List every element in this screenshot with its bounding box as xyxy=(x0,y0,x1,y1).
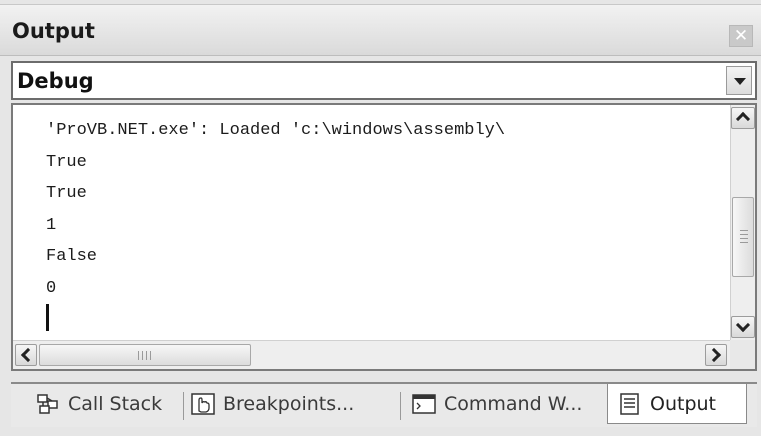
grip-line xyxy=(142,351,143,360)
command-window-icon xyxy=(412,393,436,415)
output-line: 1 xyxy=(46,215,57,235)
tab-separator xyxy=(183,392,184,420)
dropdown-selected-value: Debug xyxy=(17,69,94,93)
grip-line xyxy=(740,238,748,239)
tab-separator xyxy=(400,392,401,420)
tab-label: Call Stack xyxy=(68,393,163,415)
call-stack-icon xyxy=(36,393,60,415)
output-window: Output ✕ Debug 'ProVB.NET.exe': Loaded '… xyxy=(0,0,761,436)
grip-line xyxy=(740,242,748,243)
tab-output[interactable]: Output xyxy=(607,384,747,424)
output-text-area[interactable]: 'ProVB.NET.exe': Loaded 'c:\windows\asse… xyxy=(11,103,757,371)
show-output-from-dropdown[interactable]: Debug xyxy=(11,61,757,100)
scrollbar-corner xyxy=(730,340,755,369)
close-button[interactable]: ✕ xyxy=(729,25,753,47)
chevron-down-icon[interactable] xyxy=(726,66,752,95)
breakpoints-icon xyxy=(191,393,215,415)
scroll-right-button[interactable] xyxy=(705,344,727,366)
output-line: 0 xyxy=(46,278,57,298)
tab-label: Output xyxy=(650,392,716,415)
horizontal-scroll-thumb[interactable] xyxy=(39,344,251,366)
grip-line xyxy=(150,351,151,360)
tab-call-stack[interactable]: Call Stack xyxy=(36,384,162,424)
title-bar: Output ✕ xyxy=(0,4,761,56)
vertical-scrollbar[interactable] xyxy=(730,105,755,340)
tab-breakpoints[interactable]: Breakpoints... xyxy=(191,384,354,424)
horizontal-scrollbar[interactable] xyxy=(13,340,755,369)
scroll-down-button[interactable] xyxy=(731,316,755,338)
scroll-up-button[interactable] xyxy=(731,107,755,129)
vertical-scroll-thumb[interactable] xyxy=(732,197,754,277)
window-title: Output xyxy=(12,19,95,43)
output-line: True xyxy=(46,152,87,172)
tab-command-window[interactable]: Command W... xyxy=(412,384,582,424)
tab-label: Breakpoints... xyxy=(223,393,355,415)
output-icon xyxy=(618,392,642,415)
output-lines: 'ProVB.NET.exe': Loaded 'c:\windows\asse… xyxy=(46,115,726,340)
grip-line xyxy=(146,351,147,360)
tab-label: Command W... xyxy=(444,393,583,415)
grip-line xyxy=(740,234,748,235)
grip-line xyxy=(138,351,139,360)
text-caret xyxy=(46,304,49,331)
output-line: True xyxy=(46,184,87,203)
grip-line xyxy=(740,230,748,231)
output-line: 'ProVB.NET.exe': Loaded 'c:\windows\asse… xyxy=(46,121,506,140)
close-icon: ✕ xyxy=(733,26,749,46)
output-line: False xyxy=(46,247,98,266)
scroll-left-button[interactable] xyxy=(15,344,37,366)
tool-window-tabs: Call Stack Breakpoints... Command W... O… xyxy=(11,382,757,427)
